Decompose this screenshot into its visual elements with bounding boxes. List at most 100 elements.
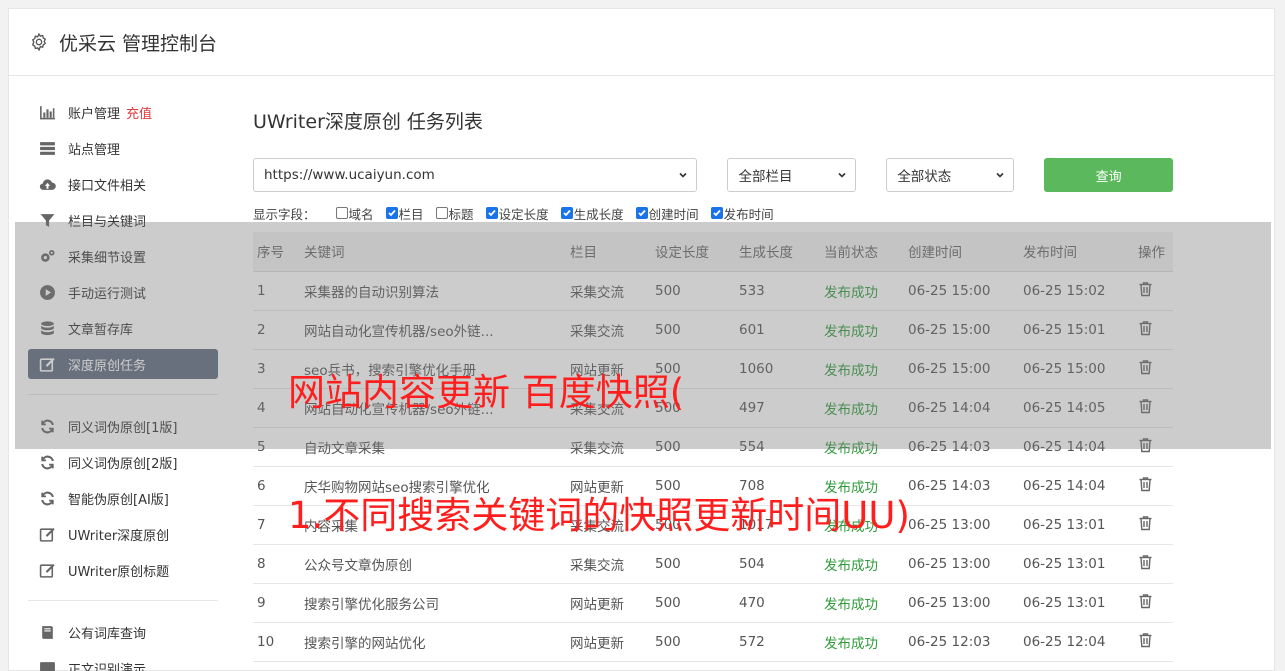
table-row: 4 网站自动化宣传机器/seo外链... 采集交流 500 497 发布成功 06-25 1… [253,388,1173,428]
sidebar-item-synonym-v1[interactable]: 同义词伪原创[1版] [28,411,218,441]
row-actions [1134,349,1173,389]
row-column: 采集交流 [566,388,651,428]
row-status: 发布成功 [820,388,904,428]
row-created: 06-25 14:04 [904,388,1019,428]
sidebar-item-sites[interactable]: 站点管理 [28,133,218,163]
sidebar-item-synonym-v2[interactable]: 同义词伪原创[2版] [28,447,218,477]
row-index: 7 [253,505,300,545]
book-icon [42,625,53,639]
field-checkbox-published[interactable]: 发布时间 [710,204,774,223]
check-icon [487,209,496,217]
sidebar-item-public-lexicon[interactable]: 公有词库查询 [28,617,218,647]
row-set-length: 500 [651,310,735,350]
trash-icon[interactable] [1138,554,1153,570]
row-gen-length: 1017 [735,505,820,545]
column-header: 序号 [253,232,300,272]
row-actions [1134,466,1173,506]
trash-icon[interactable] [1138,593,1153,609]
sidebar-item-label: UWriter深度原创 [68,528,170,544]
row-column: 采集交流 [566,310,651,350]
sidebar-item-account[interactable]: 账户管理 充值 [28,97,218,127]
field-checkbox-title[interactable]: 标题 [435,204,474,223]
edit-icon [39,357,55,372]
row-actions [1134,388,1173,428]
chevron-down-icon [838,172,846,178]
status-select[interactable]: 全部状态 [886,158,1015,192]
column-select[interactable]: 全部栏目 [727,158,857,192]
query-button[interactable]: 查询 [1044,158,1173,192]
trash-icon[interactable] [1138,320,1153,336]
trash-icon[interactable] [1138,398,1153,414]
checkbox-label: 标题 [448,206,474,222]
row-status: 发布成功 [820,310,904,350]
cogs-icon [41,249,55,262]
row-status: 发布成功 [820,349,904,389]
trash-icon[interactable] [1138,632,1153,648]
checkbox-box [635,207,648,219]
refresh-icon [41,491,54,505]
sidebar-item-text-recognition[interactable]: 正文识别演示 [28,653,218,671]
chevron-down-icon [996,172,1004,178]
task-table: 序号 关键词 栏目 设定长度 生成长度 当前状态 创建时间 发布时间 操作 1采… [253,232,1173,662]
row-published: 06-25 15:02 [1019,271,1134,311]
recharge-link[interactable]: 充值 [126,103,152,122]
row-index: 8 [253,544,300,584]
row-actions [1134,622,1173,662]
row-keyword: 内容采集 [300,505,566,545]
sidebar-item-interface[interactable]: 接口文件相关 [28,169,218,199]
row-created: 06-25 14:03 [904,427,1019,467]
sidebar-item-manual-run[interactable]: 手动运行测试 [28,277,218,307]
checkbox-label: 创建时间 [648,206,699,222]
row-keyword: 公众号文章伪原创 [300,544,566,584]
refresh-icon [41,455,54,469]
row-index: 5 [253,427,300,467]
column-header: 操作 [1134,232,1173,272]
cloud-upload-icon [39,178,56,190]
sidebar-item-uwriter-title[interactable]: UWriter原创标题 [28,555,218,585]
display-fields-label: 显示字段： [253,206,316,222]
edit-icon [39,527,55,542]
row-status: 发布成功 [820,427,904,467]
field-checkbox-gen-length[interactable]: 生成长度 [560,204,624,223]
chevron-down-icon [679,172,688,178]
row-keyword: 自动文章采集 [300,427,566,467]
check-icon [712,209,721,217]
row-column: 网站更新 [566,349,651,389]
sidebar-item-deep-original-tasks[interactable]: 深度原创任务 [28,349,218,379]
sidebar-item-label: 接口文件相关 [68,178,147,194]
field-checkbox-domain[interactable]: 域名 [335,204,374,223]
row-set-length: 500 [651,349,735,389]
display-fields: 显示字段： 域名 栏目 标题 设定长度 生成长度 创建时间 发布时间 [253,204,1173,222]
sidebar-item-label: 深度原创任务 [68,358,147,374]
trash-icon[interactable] [1138,476,1153,492]
row-actions [1134,583,1173,623]
sidebar-item-label: 文章暂存库 [68,322,134,338]
server-icon [40,141,55,155]
row-gen-length: 497 [735,388,820,428]
row-column: 采集交流 [566,427,651,467]
row-status: 发布成功 [820,622,904,662]
column-header: 关键词 [300,232,566,272]
sidebar-item-uwriter-original[interactable]: UWriter深度原创 [28,519,218,549]
edit-icon [39,563,55,578]
sidebar-item-ai-rewrite[interactable]: 智能伪原创[AI版] [28,483,218,513]
field-checkbox-set-length[interactable]: 设定长度 [485,204,549,223]
sidebar-item-label: 同义词伪原创[1版] [68,420,178,436]
row-published: 06-25 13:01 [1019,544,1134,584]
sidebar-item-keywords[interactable]: 栏目与关键词 [28,205,218,235]
trash-icon[interactable] [1138,281,1153,297]
sidebar-item-collect-settings[interactable]: 采集细节设置 [28,241,218,271]
sidebar-item-article-store[interactable]: 文章暂存库 [28,313,218,343]
trash-icon[interactable] [1138,515,1153,531]
row-gen-length: 504 [735,544,820,584]
sidebar-item-label: 采集细节设置 [68,250,147,266]
field-checkbox-created[interactable]: 创建时间 [635,204,699,223]
trash-icon[interactable] [1138,359,1153,375]
table-row: 10 搜索引擎的网站优化 网站更新 500 572 发布成功 06-25 12:03 06-2… [253,622,1173,662]
trash-icon[interactable] [1138,437,1153,453]
site-select[interactable]: https://www.ucaiyun.com [253,158,698,192]
field-checkbox-column[interactable]: 栏目 [385,204,424,223]
column-header: 栏目 [566,232,651,272]
row-published: 06-25 14:05 [1019,388,1134,428]
row-actions [1134,544,1173,584]
